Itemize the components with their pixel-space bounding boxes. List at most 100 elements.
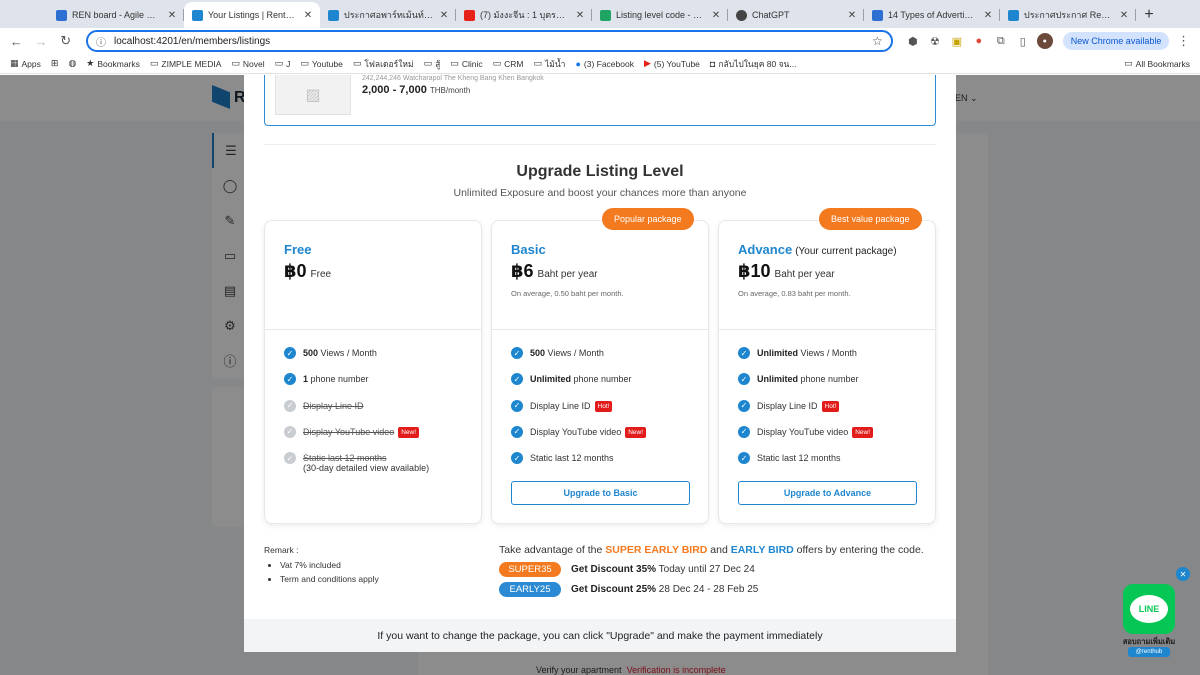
back-icon[interactable]: ← (6, 30, 27, 52)
browser-tab-bar: REN board - Agile Board -✕ Your Listings… (0, 0, 1200, 28)
remark-item: Term and conditions apply (280, 574, 379, 584)
facebook-icon: ● (575, 58, 581, 69)
feature-item: ✓ Static last 12 months (738, 452, 928, 479)
url-text: localhost:4201/en/members/listings (113, 35, 271, 47)
modal-footer-note: If you want to change the package, you c… (244, 619, 956, 652)
best-value-badge: Best value package (819, 208, 922, 230)
check-circle-icon: ✓ (284, 399, 296, 412)
site-info-icon[interactable]: ⓘ (96, 34, 106, 49)
bookmark-folder[interactable]: ▭ Youtube (300, 58, 342, 69)
browser-tab[interactable]: ประกาศประกาศ RentHub |✕ (1000, 2, 1136, 28)
bookmark-item[interactable]: ◘ กลับไปในยุค 80 จน... (710, 57, 797, 71)
line-chat-button[interactable]: LINE (1123, 584, 1175, 634)
browser-tab[interactable]: 14 Types of Advertising | ✕ (864, 2, 1000, 28)
browser-toolbar: ← → ↻ ⓘ localhost:4201/en/members/listin… (0, 28, 1200, 54)
tab-favicon-icon (1008, 9, 1019, 21)
folder-icon: ▭ (492, 58, 502, 68)
package-price: ฿6 Baht per year (511, 261, 598, 281)
bookmark-folder[interactable]: ▭ สู้ (424, 57, 441, 71)
bookmark-folder[interactable]: ▭ ZIMPLE MEDIA (150, 58, 222, 69)
promo-code-badge[interactable]: SUPER35 (499, 562, 561, 577)
check-circle-icon: ✓ (511, 399, 523, 412)
upgrade-modal: ▨ 242,244,246 Watcharapol The Kheng Bang… (244, 75, 956, 652)
check-circle-icon: ✓ (284, 347, 296, 359)
feature-item: ✓ Unlimited phone number (738, 373, 928, 400)
folder-icon: ▭ (149, 58, 159, 68)
menu-icon[interactable]: ⋮ (1173, 30, 1194, 52)
bookmark-item[interactable]: ◍ (68, 58, 76, 69)
average-price-note: On average, 0.50 baht per month. (511, 289, 624, 298)
close-icon[interactable]: ✕ (302, 10, 314, 21)
forward-icon[interactable]: → (31, 30, 52, 52)
feature-item: ✓ Display YouTube video New! (738, 425, 928, 453)
bookmark-folder[interactable]: ▭ Novel (231, 58, 264, 69)
feature-item: ✓ 500 Views / Month (284, 347, 474, 374)
close-icon[interactable]: ✕ (1176, 567, 1190, 581)
close-icon[interactable]: ✕ (1118, 10, 1130, 21)
bookmark-item[interactable]: ★ Bookmarks (86, 58, 140, 69)
new-tab-icon[interactable]: + (1136, 2, 1162, 28)
bookmark-folder[interactable]: ▭ J (275, 58, 291, 69)
package-price: ฿0 Free (284, 261, 332, 281)
browser-tab[interactable]: Listing level code - Goog✕ (592, 2, 728, 28)
close-icon[interactable]: ✕ (574, 10, 586, 21)
bookmark-folder[interactable]: ▭ ไม้น้ำ (533, 57, 565, 71)
divider (492, 329, 708, 330)
check-circle-icon: ✓ (738, 452, 750, 465)
avatar[interactable]: ● (1036, 33, 1053, 49)
reload-icon[interactable]: ↻ (55, 30, 76, 52)
promo-code-badge[interactable]: EARLY25 (499, 582, 561, 597)
puzzle-icon[interactable]: ⧉ (993, 33, 1009, 49)
new-chrome-button[interactable]: New Chrome available (1062, 32, 1170, 50)
package-name: Basic (511, 242, 546, 257)
address-bar[interactable]: ⓘ localhost:4201/en/members/listings ☆ (85, 30, 893, 52)
upgrade-to-basic-button[interactable]: Upgrade to Basic (511, 481, 690, 505)
bookmark-item[interactable]: ▦ Apps (10, 58, 41, 69)
bookmark-item[interactable]: ● (3) Facebook (575, 59, 634, 69)
all-bookmarks[interactable]: ▭ All Bookmarks (1124, 58, 1190, 69)
remark: Remark : Vat 7% included Term and condit… (264, 545, 379, 588)
close-icon[interactable]: ✕ (438, 10, 450, 21)
browser-tab[interactable]: ประกาศอพาร์ทเม้นท์ของคุณ✕ (320, 2, 456, 28)
divider (719, 329, 935, 330)
close-icon[interactable]: ✕ (846, 10, 858, 21)
folder-icon: ▭ (533, 58, 542, 68)
bookmark-item[interactable]: ▶ (5) YouTube (644, 58, 700, 69)
divider (265, 329, 481, 330)
image-placeholder-icon: ▨ (275, 75, 351, 115)
divider (264, 144, 936, 145)
close-icon[interactable]: ✕ (710, 10, 722, 21)
extension-icon[interactable]: ▣ (949, 33, 965, 49)
feature-item: ✓ Display YouTube video New! (511, 425, 701, 453)
bookmark-star-icon[interactable]: ☆ (872, 34, 883, 48)
check-circle-icon: ✓ (284, 425, 296, 438)
browser-tab[interactable]: (7) มังงะจีน : 1 บุตรแห่งเทพเ✕ (456, 2, 592, 28)
bookmark-folder[interactable]: ▭ CRM (493, 58, 524, 69)
browser-tab[interactable]: ChatGPT ✕ (728, 2, 864, 28)
feature-list: ✓ 500 Views / Month ✓ Unlimited phone numb… (511, 347, 701, 479)
bookmark-folder[interactable]: ▭ Clinic (450, 58, 482, 69)
extension-icon[interactable]: ● (971, 33, 987, 49)
sidepanel-icon[interactable]: ▯ (1015, 33, 1031, 49)
tab-favicon-icon (56, 9, 67, 21)
check-circle-icon: ✓ (738, 373, 750, 386)
browser-tab-active[interactable]: Your Listings | RentHub.in✕ (184, 2, 320, 28)
close-icon[interactable]: ✕ (166, 10, 178, 21)
new-badge: New! (852, 426, 874, 438)
bookmarks-bar: ▦ Apps ⊞ ◍ ★ Bookmarks ▭ ZIMPLE MEDIA ▭ Nove… (0, 54, 1200, 74)
grid-icon: ⊞ (50, 58, 59, 68)
upgrade-to-advance-button[interactable]: Upgrade to Advance (738, 481, 917, 505)
page-icon: ◘ (709, 58, 716, 69)
tab-favicon-icon (872, 9, 883, 21)
close-icon[interactable]: ✕ (982, 10, 994, 21)
tab-favicon-icon (192, 9, 203, 21)
listing-address: 242,244,246 Watcharapol The Kheng Bang K… (362, 75, 544, 82)
bookmark-folder[interactable]: ▭ โฟลเดอร์ใหม่ (353, 57, 414, 71)
check-circle-icon: ✓ (284, 452, 296, 465)
extension-icon[interactable]: ⬢ (905, 33, 921, 49)
extension-icon[interactable]: ☢ (927, 33, 943, 49)
tab-favicon-icon (600, 9, 611, 21)
bookmark-item[interactable]: ⊞ (51, 58, 59, 69)
browser-tab[interactable]: REN board - Agile Board -✕ (48, 2, 184, 28)
promo-code-row: SUPER35 Get Discount 35% Today until 27 … (499, 562, 755, 577)
